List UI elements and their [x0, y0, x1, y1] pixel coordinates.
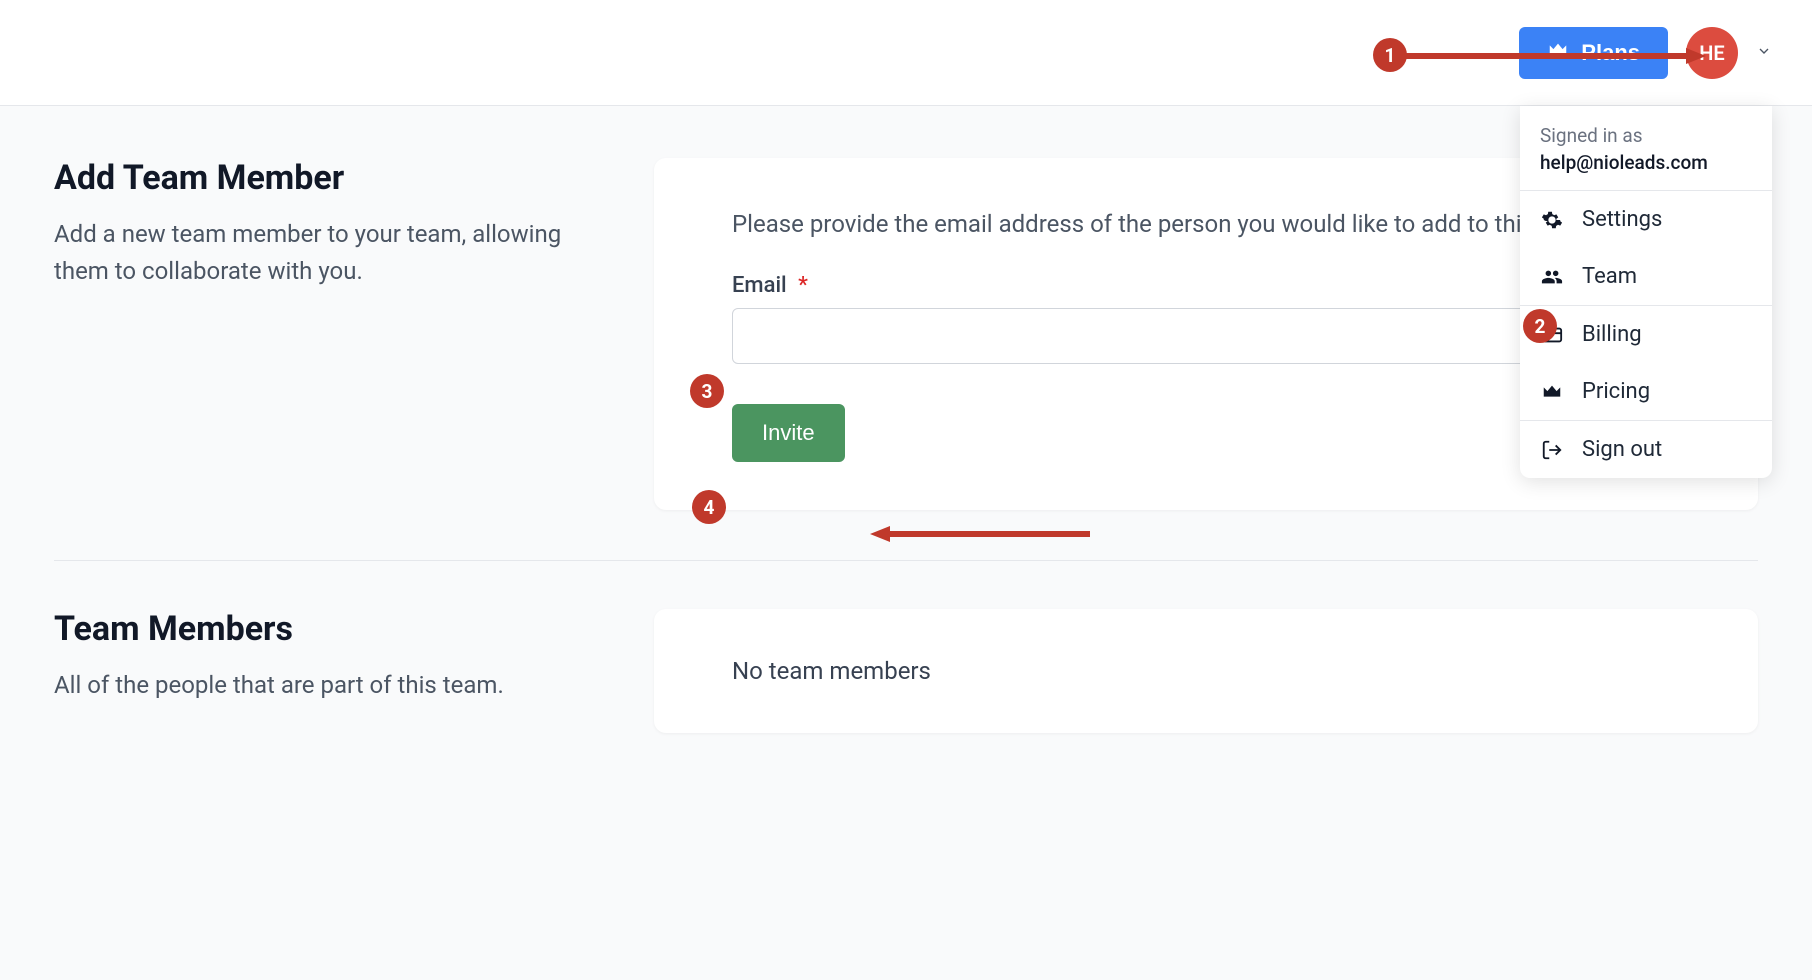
members-card: No team members	[654, 609, 1758, 733]
required-mark: *	[798, 273, 808, 298]
crown-icon	[1540, 380, 1564, 404]
invite-button[interactable]: Invite	[732, 404, 845, 462]
signed-in-email: help@nioleads.com	[1540, 151, 1752, 174]
team-icon	[1540, 265, 1564, 289]
menu-item-settings[interactable]: Settings	[1520, 191, 1772, 248]
menu-item-label: Pricing	[1582, 379, 1650, 404]
user-menu-toggle[interactable]	[1756, 43, 1772, 63]
signout-icon	[1540, 438, 1564, 462]
signed-in-label: Signed in as	[1540, 124, 1752, 147]
menu-item-team[interactable]: Team	[1520, 248, 1772, 305]
annotation-badge-1: 1	[1373, 38, 1407, 72]
annotation-badge-4: 4	[692, 490, 726, 524]
user-dropdown: Signed in as help@nioleads.com Settings …	[1520, 106, 1772, 478]
annotation-arrow-4	[870, 524, 1090, 544]
section-team-members: Team Members All of the people that are …	[54, 609, 1758, 783]
chevron-down-icon	[1756, 43, 1772, 63]
menu-item-label: Team	[1582, 264, 1637, 289]
menu-item-signout[interactable]: Sign out	[1520, 421, 1772, 478]
empty-members-text: No team members	[732, 657, 1680, 685]
menu-item-label: Sign out	[1582, 437, 1662, 462]
menu-item-label: Settings	[1582, 207, 1662, 232]
section-description: All of the people that are part of this …	[54, 667, 594, 704]
menu-item-pricing[interactable]: Pricing	[1520, 363, 1772, 420]
annotation-badge-3: 3	[690, 374, 724, 408]
annotation-badge-2: 2	[1523, 309, 1557, 343]
invite-button-label: Invite	[762, 420, 815, 445]
section-description: Add a new team member to your team, allo…	[54, 216, 594, 290]
annotation-arrow-1	[1406, 46, 1706, 66]
menu-item-billing[interactable]: Billing	[1520, 306, 1772, 363]
section-title: Team Members	[54, 609, 594, 649]
section-title: Add Team Member	[54, 158, 594, 198]
dropdown-header: Signed in as help@nioleads.com	[1520, 106, 1772, 191]
gear-icon	[1540, 208, 1564, 232]
menu-item-label: Billing	[1582, 322, 1642, 347]
section-add-team-member: Add Team Member Add a new team member to…	[54, 158, 1758, 561]
